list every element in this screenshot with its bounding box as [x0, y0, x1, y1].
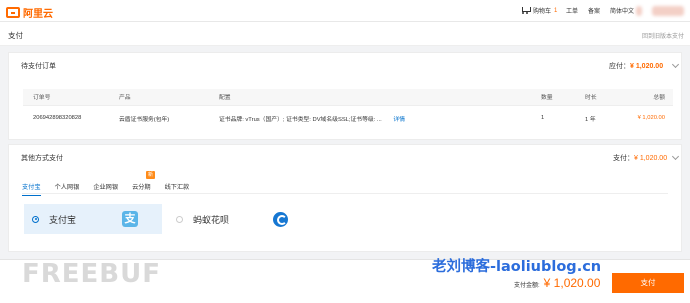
ticket-link[interactable]: 工单 — [566, 6, 578, 15]
brand-logo[interactable]: 阿里云 — [6, 5, 53, 20]
cart-icon — [521, 7, 531, 14]
tab-label: 云分期 — [132, 184, 151, 191]
avatar[interactable] — [636, 6, 642, 16]
radio-unselected[interactable] — [176, 215, 183, 223]
huabei-label: 蚂蚁花呗 — [193, 214, 230, 225]
pending-orders-title: 待支付订单 — [21, 63, 56, 70]
table-header-row: 订单号 产品 配置 数量 时长 总额 — [23, 89, 673, 105]
watermark-blog: 老刘博客-laoliublog.cn — [432, 259, 602, 275]
details-link[interactable]: 详情 — [393, 117, 405, 123]
language-label: 简体中文 — [610, 9, 635, 15]
pay-button[interactable]: 支付 — [612, 273, 684, 293]
config-text: 证书品牌: vTrus（国产）; 证书类型: DV域名级SSL;证书等级: ..… — [219, 116, 382, 123]
column-header-duration: 时长 — [575, 89, 625, 105]
payable-amount: 应付：¥ 1,020.00 — [609, 61, 663, 71]
pay-label: 支付： — [613, 155, 634, 162]
column-header-total: 总额 — [625, 89, 673, 105]
config-cell: 证书品牌: vTrus（国产）; 证书类型: DV域名级SSL;证书等级: ..… — [209, 104, 531, 131]
top-navbar: 阿里云 购物车 1 工单 备案 简体中文 — [0, 0, 690, 22]
total-value: ¥ 1,020.00 — [543, 276, 601, 290]
watermark-freebuf: FREEBUF — [22, 259, 161, 289]
tab-divider — [22, 193, 668, 194]
total-label: 支付金额: — [514, 283, 540, 289]
back-to-old-version-link[interactable]: 回到旧版本支付 — [642, 31, 684, 40]
payable-value: ¥ 1,020.00 — [630, 63, 664, 70]
new-badge: 新 — [146, 171, 156, 179]
payable-label: 应付： — [609, 63, 630, 70]
table-row: 206942898320828 云盾证书服务(包年) 证书品牌: vTrus（国… — [23, 104, 673, 131]
quantity-value: 1 — [531, 104, 575, 131]
order-table: 订单号 产品 配置 数量 时长 总额 206942898320828 云盾证书服… — [23, 89, 673, 131]
record-link[interactable]: 备案 — [588, 6, 600, 15]
alipay-icon: 支 — [122, 211, 139, 227]
ticket-label: 工单 — [566, 9, 579, 15]
tab-label: 支付宝 — [22, 184, 41, 191]
collapse-chevron-icon[interactable] — [671, 152, 680, 161]
other-payment-card: 其他方式支付 支付：¥ 1,020.00 — [8, 144, 682, 252]
cart-link[interactable]: 购物车 1 — [521, 6, 557, 15]
total-pay-amount: 支付金额: ¥ 1,020.00 — [514, 276, 600, 290]
payment-option-alipay[interactable]: 支付宝 支 — [24, 204, 162, 234]
column-header-order-no: 订单号 — [23, 89, 109, 105]
cart-count-badge: 1 — [554, 7, 558, 14]
tab-label: 企业网银 — [93, 184, 119, 191]
column-header-quantity: 数量 — [531, 89, 575, 105]
duration-value: 1 年 — [575, 104, 625, 131]
aliyun-logo-icon — [6, 7, 20, 18]
tab-label: 个人网银 — [54, 184, 80, 191]
radio-selected[interactable] — [32, 215, 39, 223]
language-link[interactable]: 简体中文 — [610, 6, 634, 15]
record-label: 备案 — [588, 9, 601, 15]
order-number: 206942898320828 — [23, 104, 109, 131]
payment-option-huabei[interactable]: 蚂蚁花呗 — [170, 204, 310, 234]
other-payment-title: 其他方式支付 — [21, 155, 63, 162]
product-name: 云盾证书服务(包年) — [109, 104, 209, 131]
collapse-chevron-icon[interactable] — [671, 60, 680, 69]
cart-label: 购物车 — [533, 9, 552, 15]
huabei-icon — [273, 211, 289, 227]
total-value: ¥ 1,020.00 — [625, 104, 673, 131]
pending-orders-card: 待支付订单 应付：¥ 1,020.00 订单号 产品 配置 数量 时长 总额 2… — [8, 52, 682, 140]
column-header-product: 产品 — [109, 89, 209, 105]
brand-name: 阿里云 — [23, 9, 53, 20]
alipay-label: 支付宝 — [49, 214, 77, 225]
page-title: 支付 — [8, 31, 23, 40]
account-name-blurred[interactable] — [652, 6, 684, 16]
pay-value: ¥ 1,020.00 — [634, 155, 668, 162]
pay-amount: 支付：¥ 1,020.00 — [613, 153, 667, 163]
page-header: 支付 回到旧版本支付 — [0, 22, 690, 46]
tab-label: 线下汇款 — [164, 184, 190, 191]
column-header-config: 配置 — [209, 89, 531, 105]
